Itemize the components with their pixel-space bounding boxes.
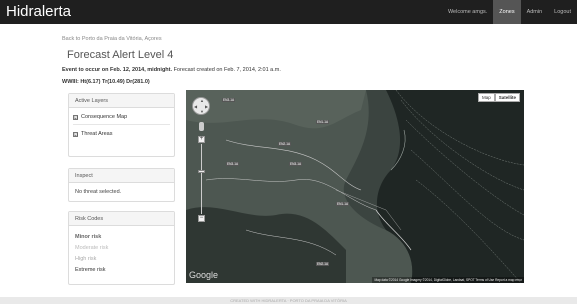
map-type-control: Map Satellite bbox=[477, 93, 520, 102]
checkbox-icon[interactable]: ☑ bbox=[73, 131, 78, 137]
nav-logout[interactable]: Logout bbox=[548, 0, 577, 24]
map-type-satellite-button[interactable]: Satellite bbox=[494, 93, 520, 102]
pan-left-icon[interactable]: ◀ bbox=[194, 105, 197, 109]
risk-minor[interactable]: Minor risk bbox=[75, 234, 168, 240]
layer-label: Consequence Map bbox=[81, 114, 128, 120]
risk-codes-panel: Risk Codes Minor risk Moderate risk High… bbox=[68, 211, 175, 285]
event-info: Event to occur on Feb. 12, 2014, midnigh… bbox=[62, 67, 281, 73]
forecast-created: Forecast created on Feb. 7, 2014, 2:01 a… bbox=[173, 67, 281, 73]
layer-threat-areas[interactable]: ☑ Threat Areas bbox=[73, 131, 174, 137]
road-label: EN3-1A bbox=[222, 98, 236, 102]
nav-welcome[interactable]: Welcome amgs. bbox=[442, 0, 493, 24]
active-layers-heading: Active Layers bbox=[69, 94, 174, 108]
active-layers-panel: Active Layers ☑ Consequence Map ☑ Threat… bbox=[68, 93, 175, 157]
zoom-in-button[interactable]: + bbox=[198, 136, 205, 143]
layer-label: Threat Areas bbox=[81, 131, 113, 137]
nav-admin[interactable]: Admin bbox=[521, 0, 549, 24]
pan-down-icon[interactable]: ▼ bbox=[200, 110, 204, 114]
satellite-map[interactable]: EN3-1A EN1-1A EN2-1A EN3-1A EN3-1A EN1-1… bbox=[186, 90, 524, 283]
nav-zones[interactable]: Zones bbox=[493, 0, 521, 24]
back-link[interactable]: Back to Porto da Praia da Vitória, Açore… bbox=[62, 36, 162, 42]
checkbox-icon[interactable]: ☑ bbox=[73, 114, 78, 120]
road-label: EN3-1A bbox=[289, 162, 303, 166]
wwiii-parameters: WWIII: Ht(6.17) Tr(10.49) Dr(281.0) bbox=[62, 79, 150, 85]
inspect-panel: Inspect No threat selected. bbox=[68, 168, 175, 202]
map-type-map-button[interactable]: Map bbox=[477, 93, 495, 102]
pan-up-icon[interactable]: ▲ bbox=[200, 99, 204, 103]
event-date: Event to occur on Feb. 12, 2014, midnigh… bbox=[62, 67, 173, 73]
divider bbox=[73, 124, 170, 125]
inspect-text: No threat selected. bbox=[75, 189, 122, 195]
google-logo: Google bbox=[189, 270, 219, 280]
pan-right-icon[interactable]: ▶ bbox=[205, 105, 208, 109]
road-label: EN1-1A bbox=[316, 120, 330, 124]
brand-logo[interactable]: Hidralerta bbox=[6, 3, 71, 21]
nav-menu: Welcome amgs. Zones Admin Logout bbox=[442, 0, 577, 24]
map-imagery bbox=[186, 90, 524, 283]
risk-moderate[interactable]: Moderate risk bbox=[75, 245, 168, 251]
page-title: Forecast Alert Level 4 bbox=[67, 49, 174, 61]
road-label: EN2-1A bbox=[278, 142, 292, 146]
layer-consequence-map[interactable]: ☑ Consequence Map bbox=[73, 114, 174, 120]
inspect-heading: Inspect bbox=[69, 169, 174, 183]
street-view-pegman-icon[interactable] bbox=[199, 122, 204, 131]
map-attribution[interactable]: Map data ©2014 Google Imagery ©2014, Dig… bbox=[372, 277, 524, 283]
risk-extreme[interactable]: Extreme risk bbox=[75, 267, 168, 273]
footer: CREATED WITH HIDRALERTA · PORTO DA PRAIA… bbox=[0, 297, 577, 304]
road-label: EN3-1A bbox=[226, 162, 240, 166]
zoom-slider-track[interactable] bbox=[201, 144, 202, 214]
risk-list: Minor risk Moderate risk High risk Extre… bbox=[69, 226, 174, 277]
pan-control[interactable]: ▲ ▼ ◀ ▶ bbox=[192, 97, 210, 115]
risk-high[interactable]: High risk bbox=[75, 256, 168, 262]
road-label: EN1-1A bbox=[336, 202, 350, 206]
risk-codes-heading: Risk Codes bbox=[69, 212, 174, 226]
zoom-out-button[interactable]: − bbox=[198, 215, 205, 222]
road-label: EN2-1A bbox=[316, 262, 330, 266]
zoom-slider-handle[interactable] bbox=[198, 170, 205, 173]
top-navbar: Hidralerta Welcome amgs. Zones Admin Log… bbox=[0, 0, 577, 24]
